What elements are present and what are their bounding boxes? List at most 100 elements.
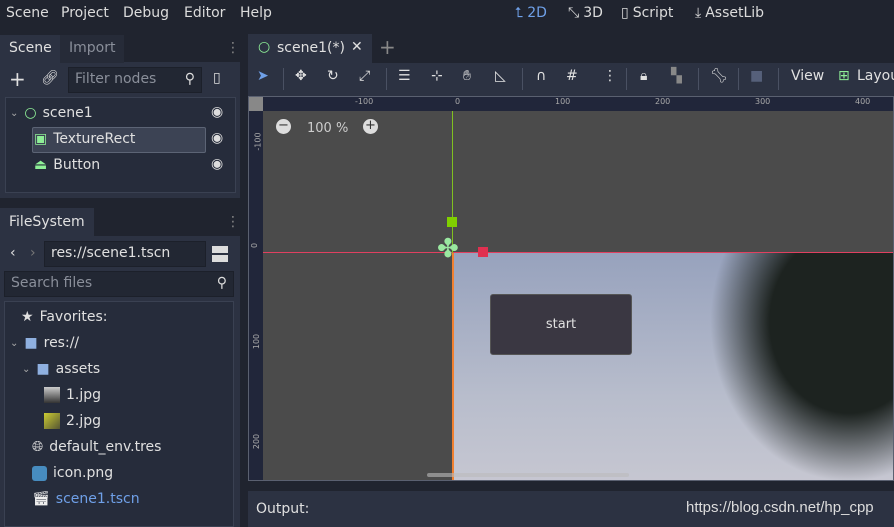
ruler-label: -100 (355, 97, 374, 106)
layout-grid-icon[interactable]: ⊞ (838, 68, 850, 84)
anchor-handles-icon[interactable]: ✤ (437, 236, 459, 262)
ruler-label: 400 (855, 97, 871, 106)
ruler-label: 0 (455, 97, 461, 106)
attach-script-icon[interactable]: ▯ (213, 70, 221, 86)
forward-icon[interactable]: › (30, 245, 36, 261)
separator (626, 68, 627, 90)
workspace-script[interactable]: ▯ Script (621, 5, 673, 21)
output-panel: Output: https://blog.csdn.net/hp_cpp (248, 491, 894, 527)
star-icon: ★ (21, 309, 34, 325)
ruler-label: 0 (250, 242, 260, 249)
split-view-icon[interactable] (212, 246, 228, 262)
add-node-icon[interactable]: + (9, 67, 26, 91)
godot-icon (32, 465, 47, 481)
zoom-out-icon[interactable]: − (276, 119, 291, 134)
path-field[interactable]: res://scene1.tscn (44, 241, 206, 267)
workspace-2d[interactable]: ⮤ 2D (515, 5, 547, 21)
file-2-jpg[interactable]: 2.jpg (44, 413, 101, 429)
list-select-icon[interactable]: ☰ (398, 68, 411, 84)
close-icon[interactable]: ✕ (351, 39, 363, 55)
chevron-down-icon: ⌄ (10, 337, 19, 349)
tree-node-texturerect[interactable]: ▣ TextureRect (34, 131, 135, 147)
lock-icon[interactable]: 🔒︎ (640, 68, 647, 84)
workspace-3d[interactable]: ⤡ 3D (568, 5, 603, 21)
workspace-assetlib[interactable]: ⤓ AssetLib (695, 5, 764, 21)
smart-snap-icon[interactable]: ∩ (536, 68, 546, 84)
clapperboard-icon: 🎬︎ (32, 491, 50, 507)
ruler-label: 100 (252, 333, 262, 350)
camera-icon[interactable]: ■ (750, 68, 763, 84)
ruler-tool-icon[interactable]: ◺ (495, 68, 506, 84)
menu-debug[interactable]: Debug (123, 5, 169, 21)
link-icon[interactable]: 🔗︎ (41, 70, 59, 86)
ruler-label: 300 (755, 97, 771, 106)
tree-node-scene1[interactable]: ⌄ ○ scene1 (10, 105, 93, 121)
tab-scene1[interactable]: ○ scene1(*) ✕ (248, 34, 372, 63)
tab-filesystem[interactable]: FileSystem (0, 208, 94, 237)
filter-nodes-input[interactable]: Filter nodes ⚲ (68, 67, 202, 93)
rotate-tool-icon[interactable]: ↻ (327, 68, 339, 84)
tab-import[interactable]: Import (60, 35, 125, 63)
visibility-eye-icon[interactable]: ◉ (211, 104, 223, 120)
menu-help[interactable]: Help (240, 5, 272, 21)
visibility-eye-icon[interactable]: ◉ (211, 130, 223, 146)
menu-editor[interactable]: Editor (184, 5, 225, 21)
ruler-label: 200 (655, 97, 671, 106)
folder-icon: ■ (24, 335, 38, 351)
bone-icon[interactable]: 🦴︎ (710, 68, 728, 84)
favorites[interactable]: ★ Favorites: (21, 309, 108, 325)
tab-scene[interactable]: Scene (0, 35, 61, 63)
dock-menu-icon[interactable]: ⋮ (226, 40, 240, 56)
visibility-eye-icon[interactable]: ◉ (211, 156, 223, 172)
folder-assets[interactable]: ⌄ ■ assets (22, 361, 100, 377)
chevron-down-icon: ⌄ (10, 107, 19, 119)
x-axis-line (249, 252, 893, 253)
chevron-down-icon: ⌄ (22, 363, 31, 375)
separator (283, 68, 284, 90)
start-button[interactable]: start (490, 294, 632, 355)
view-menu[interactable]: View (791, 68, 824, 84)
node2d-circle-icon: ○ (24, 105, 37, 121)
y-handle[interactable] (447, 217, 457, 227)
image-thumbnail-icon (44, 387, 60, 403)
search-icon: ⚲ (184, 71, 195, 87)
tree-node-button[interactable]: ⏏ Button (34, 157, 100, 173)
pivot-tool-icon[interactable]: ⊹ (431, 68, 443, 84)
horizontal-scrollbar[interactable] (427, 473, 629, 477)
layout-menu[interactable]: Layout (857, 68, 894, 84)
x-handle[interactable] (478, 247, 488, 257)
ruler-label: -100 (253, 132, 263, 151)
grid-snap-icon[interactable]: # (566, 68, 578, 84)
texture-rect-icon: ▣ (34, 131, 48, 147)
pan-hand-icon[interactable]: ✋︎ (463, 68, 471, 84)
tree-foliage (709, 253, 893, 480)
scene-circle-icon: ○ (258, 39, 271, 55)
scale-tool-icon[interactable]: ⤢ (359, 68, 370, 84)
canvas-viewport[interactable]: start ✤ -100 0 100 200 300 400 -100 0 10… (248, 96, 894, 481)
script-icon: ▯ (621, 5, 629, 21)
file-1-jpg[interactable]: 1.jpg (44, 387, 101, 403)
3d-axes-icon: ⤡ (568, 5, 580, 21)
ruler-label: 100 (555, 97, 571, 106)
file-default-env[interactable]: 🌐︎ default_env.tres (32, 439, 161, 455)
new-tab-icon[interactable]: + (379, 35, 396, 59)
dock-menu-icon[interactable]: ⋮ (226, 214, 240, 230)
file-icon-png[interactable]: icon.png (32, 465, 113, 481)
group-icon[interactable]: ▚ (671, 68, 682, 84)
folder-res[interactable]: ⌄ ■ res:// (10, 335, 79, 351)
search-files-input[interactable]: Search files ⚲ (4, 271, 234, 297)
rect-edge (452, 253, 454, 480)
file-scene1-tscn[interactable]: 🎬︎ scene1.tscn (32, 491, 140, 507)
move-tool-icon[interactable]: ✥ (295, 68, 307, 84)
select-tool-icon[interactable]: ➤ (257, 68, 269, 84)
folder-icon: ■ (36, 361, 50, 377)
back-icon[interactable]: ‹ (10, 245, 16, 261)
menu-scene[interactable]: Scene (6, 5, 49, 21)
image-thumbnail-icon (44, 413, 60, 429)
more-options-icon[interactable]: ⋮ (603, 68, 617, 84)
menu-project[interactable]: Project (61, 5, 109, 21)
output-label: Output: (256, 501, 310, 517)
zoom-level[interactable]: 100 % (307, 121, 348, 136)
zoom-in-icon[interactable]: + (363, 119, 378, 134)
separator (698, 68, 699, 90)
